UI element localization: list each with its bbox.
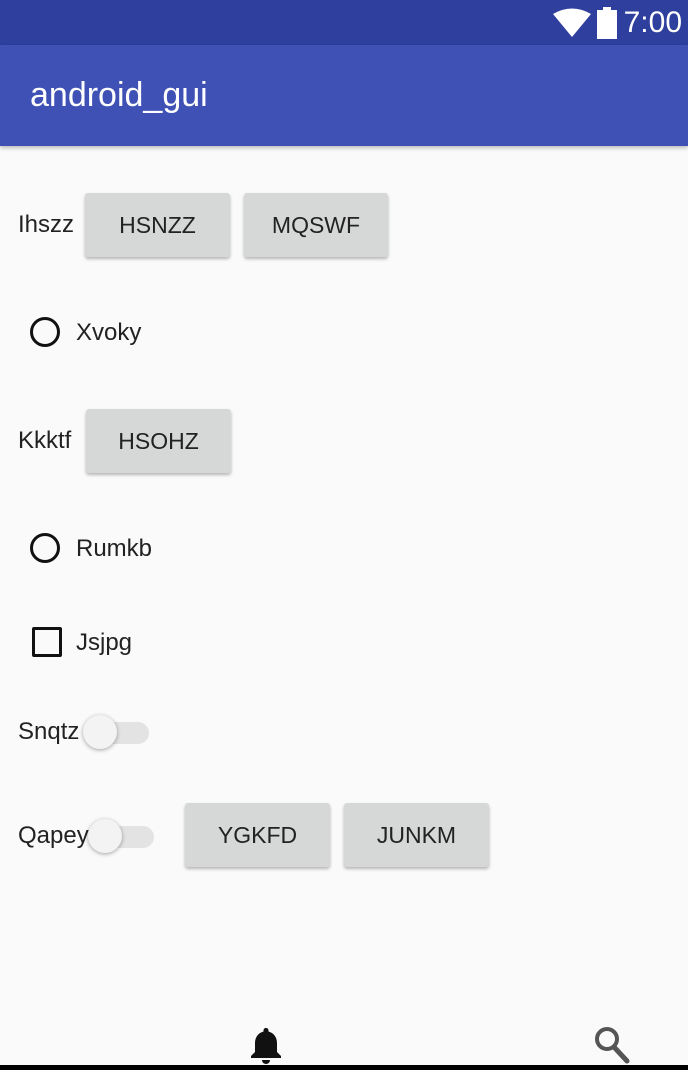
- bottom-nav: [0, 1010, 688, 1070]
- radio-rumkb[interactable]: [30, 533, 60, 563]
- checkbox-jsjpg[interactable]: [32, 627, 62, 657]
- hsohz-button[interactable]: HSOHZ: [86, 409, 231, 473]
- bottom-divider: [0, 1065, 688, 1070]
- ygkfd-button[interactable]: YGKFD: [185, 803, 330, 867]
- radio-xvoky[interactable]: [30, 317, 60, 347]
- battery-icon: [597, 7, 617, 39]
- mqswf-button[interactable]: MQSWF: [244, 193, 388, 257]
- switch-snqtz[interactable]: [83, 713, 153, 751]
- label-kkktf: Kkktf: [18, 427, 72, 454]
- bell-icon[interactable]: [249, 1026, 283, 1064]
- status-bar: 7:00: [0, 0, 688, 45]
- radio-xvoky-label: Xvoky: [76, 319, 142, 346]
- switch-qapey-thumb[interactable]: [88, 819, 122, 853]
- switch-qapey[interactable]: [88, 817, 158, 855]
- switch-qapey-label: Qapey: [18, 822, 89, 849]
- app-title: android_gui: [30, 76, 208, 114]
- status-time: 7:00: [623, 6, 682, 39]
- junkm-button[interactable]: JUNKM: [344, 803, 489, 867]
- wifi-icon: [553, 8, 591, 37]
- switch-snqtz-label: Snqtz: [18, 718, 80, 745]
- checkbox-jsjpg-label: Jsjpg: [76, 629, 133, 656]
- radio-rumkb-label: Rumkb: [76, 535, 153, 562]
- hsnzz-button[interactable]: HSNZZ: [85, 193, 230, 257]
- search-icon[interactable]: [594, 1026, 630, 1064]
- label-ihszz: Ihszz: [18, 211, 75, 238]
- switch-snqtz-thumb[interactable]: [83, 715, 117, 749]
- app-bar: android_gui: [0, 45, 688, 146]
